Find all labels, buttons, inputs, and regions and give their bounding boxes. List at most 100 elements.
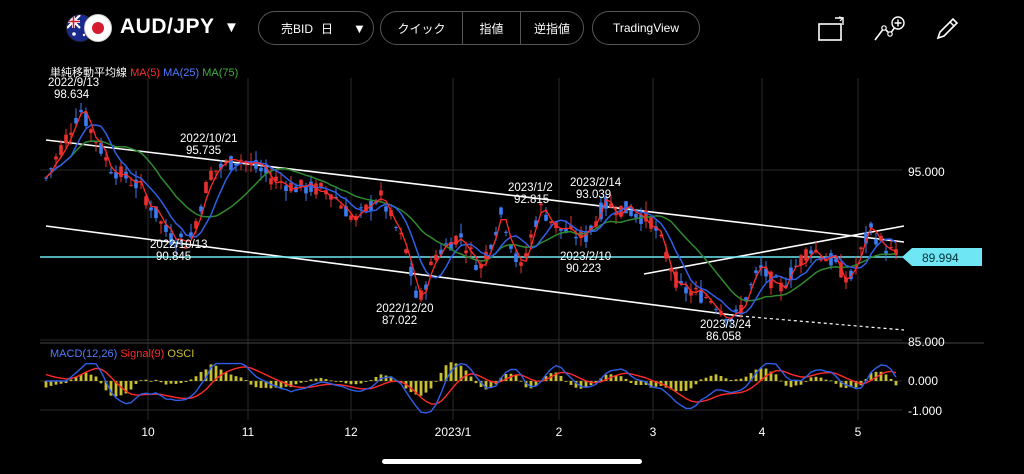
timeframe-label: 日 <box>321 21 334 36</box>
osci-bar <box>49 381 53 386</box>
candle-body <box>379 190 383 196</box>
stop-order-button[interactable]: 逆指値 <box>521 12 583 44</box>
candle-body <box>699 290 703 303</box>
osci-bar <box>744 376 748 381</box>
tradingview-button[interactable]: TradingView <box>592 11 700 45</box>
candle-body <box>639 214 643 224</box>
price-axis-label: 85.000 <box>908 335 945 349</box>
osci-bar <box>689 381 693 389</box>
osci-bar <box>564 381 568 382</box>
osci-bar <box>424 381 428 393</box>
moving-averages <box>45 110 897 320</box>
macd-line <box>46 362 897 414</box>
macd-panel <box>44 362 898 414</box>
home-indicator[interactable] <box>382 459 642 464</box>
candle-body <box>504 231 508 233</box>
quick-order-button[interactable]: クイック <box>381 12 463 44</box>
time-axis-label: 3 <box>650 425 657 439</box>
candle-body <box>474 265 478 270</box>
osci-bar <box>569 381 573 385</box>
lower-channel-projection <box>739 315 905 331</box>
time-axis-label: 4 <box>759 425 766 439</box>
osci-bar <box>374 376 378 381</box>
osci-bar <box>734 379 738 381</box>
time-axis-label: 11 <box>242 425 255 439</box>
osci-bar <box>514 375 518 381</box>
osci-bar <box>724 378 728 381</box>
currency-pair-symbol[interactable]: AUD/JPY <box>120 15 215 39</box>
osci-bar <box>694 381 698 385</box>
annotation-date: 2022/12/20 <box>376 303 434 315</box>
osci-bar <box>639 381 643 385</box>
osci-bar <box>44 381 48 388</box>
upper-channel-line <box>45 139 905 243</box>
candle-body <box>394 226 398 228</box>
dropdown-caret-icon[interactable]: ▼ <box>224 19 239 36</box>
osci-bar <box>224 372 228 381</box>
annotation-date: 2022/10/13 <box>150 239 208 251</box>
candle-body <box>149 207 153 211</box>
ma5-legend: MA(5) <box>130 67 161 79</box>
order-button-group: クイック 指値 逆指値 <box>380 11 584 45</box>
osci-bar <box>794 381 798 386</box>
ma25-line <box>45 124 897 315</box>
osci-bar <box>784 381 788 386</box>
candle-body <box>714 309 718 311</box>
osci-bar <box>294 381 298 385</box>
candle-body <box>499 207 503 215</box>
candle-body <box>884 250 888 254</box>
osci-bar <box>339 381 343 383</box>
osci-bar <box>624 378 628 381</box>
candle-body <box>544 214 548 221</box>
annotation-value: 87.022 <box>382 315 417 327</box>
candle-body <box>54 156 58 160</box>
annotation-date: 2023/2/10 <box>560 251 611 263</box>
osci-bar <box>774 374 778 381</box>
osci-bar <box>709 375 713 381</box>
osci-bar <box>159 381 163 383</box>
osci-bar <box>434 381 438 382</box>
osci-bar <box>199 371 203 381</box>
candle-body <box>749 284 753 286</box>
order-type-selector[interactable]: 売BID 日 ▼ <box>258 11 374 45</box>
osci-bar <box>344 381 348 384</box>
annotation-date: 2022/10/21 <box>180 133 238 145</box>
candle-body <box>94 142 98 144</box>
candle-body <box>464 250 468 254</box>
candle-body <box>829 253 833 266</box>
osci-bar <box>889 378 893 381</box>
osci-bar <box>234 376 238 381</box>
price-chart-panel[interactable]: 単純移動平均線 MA(5) MA(25) MA(75) MACD(12,26) … <box>40 58 984 448</box>
osci-bar <box>419 381 423 396</box>
osci-bar <box>309 379 313 381</box>
time-axis-label: 12 <box>344 425 358 439</box>
time-axis-label: 2023/1 <box>435 425 472 439</box>
osci-bar <box>169 381 173 384</box>
candle-body <box>429 261 433 266</box>
candle-body <box>809 250 813 254</box>
candle-body <box>339 205 343 209</box>
candle-body <box>214 170 218 172</box>
macd-axis-label: -1.000 <box>908 404 942 418</box>
drawing-tool-add-icon[interactable] <box>872 12 906 46</box>
candle-body <box>704 296 708 298</box>
osci-bar <box>704 377 708 381</box>
limit-order-button[interactable]: 指値 <box>463 12 521 44</box>
osci-bar <box>679 381 683 392</box>
osci-bar <box>429 381 433 389</box>
chart-window-icon[interactable] <box>814 12 848 46</box>
osci-bar <box>69 379 73 381</box>
annotation-value: 86.058 <box>706 331 741 343</box>
time-axis-label: 10 <box>141 425 155 439</box>
osci-bar <box>809 377 813 381</box>
osci-bar <box>674 381 678 392</box>
candle-body <box>414 290 418 298</box>
candle-body <box>179 233 183 238</box>
candle-body <box>104 157 108 161</box>
osci-bar <box>619 376 623 381</box>
candle-body <box>629 210 633 216</box>
ma-legend: 単純移動平均線 MA(5) MA(25) MA(75) <box>50 64 238 80</box>
pencil-icon[interactable] <box>930 12 964 46</box>
candlestick-chart[interactable]: 2022/9/1398.6342022/10/2195.7352022/10/1… <box>40 58 984 448</box>
osci-bar <box>174 381 178 384</box>
